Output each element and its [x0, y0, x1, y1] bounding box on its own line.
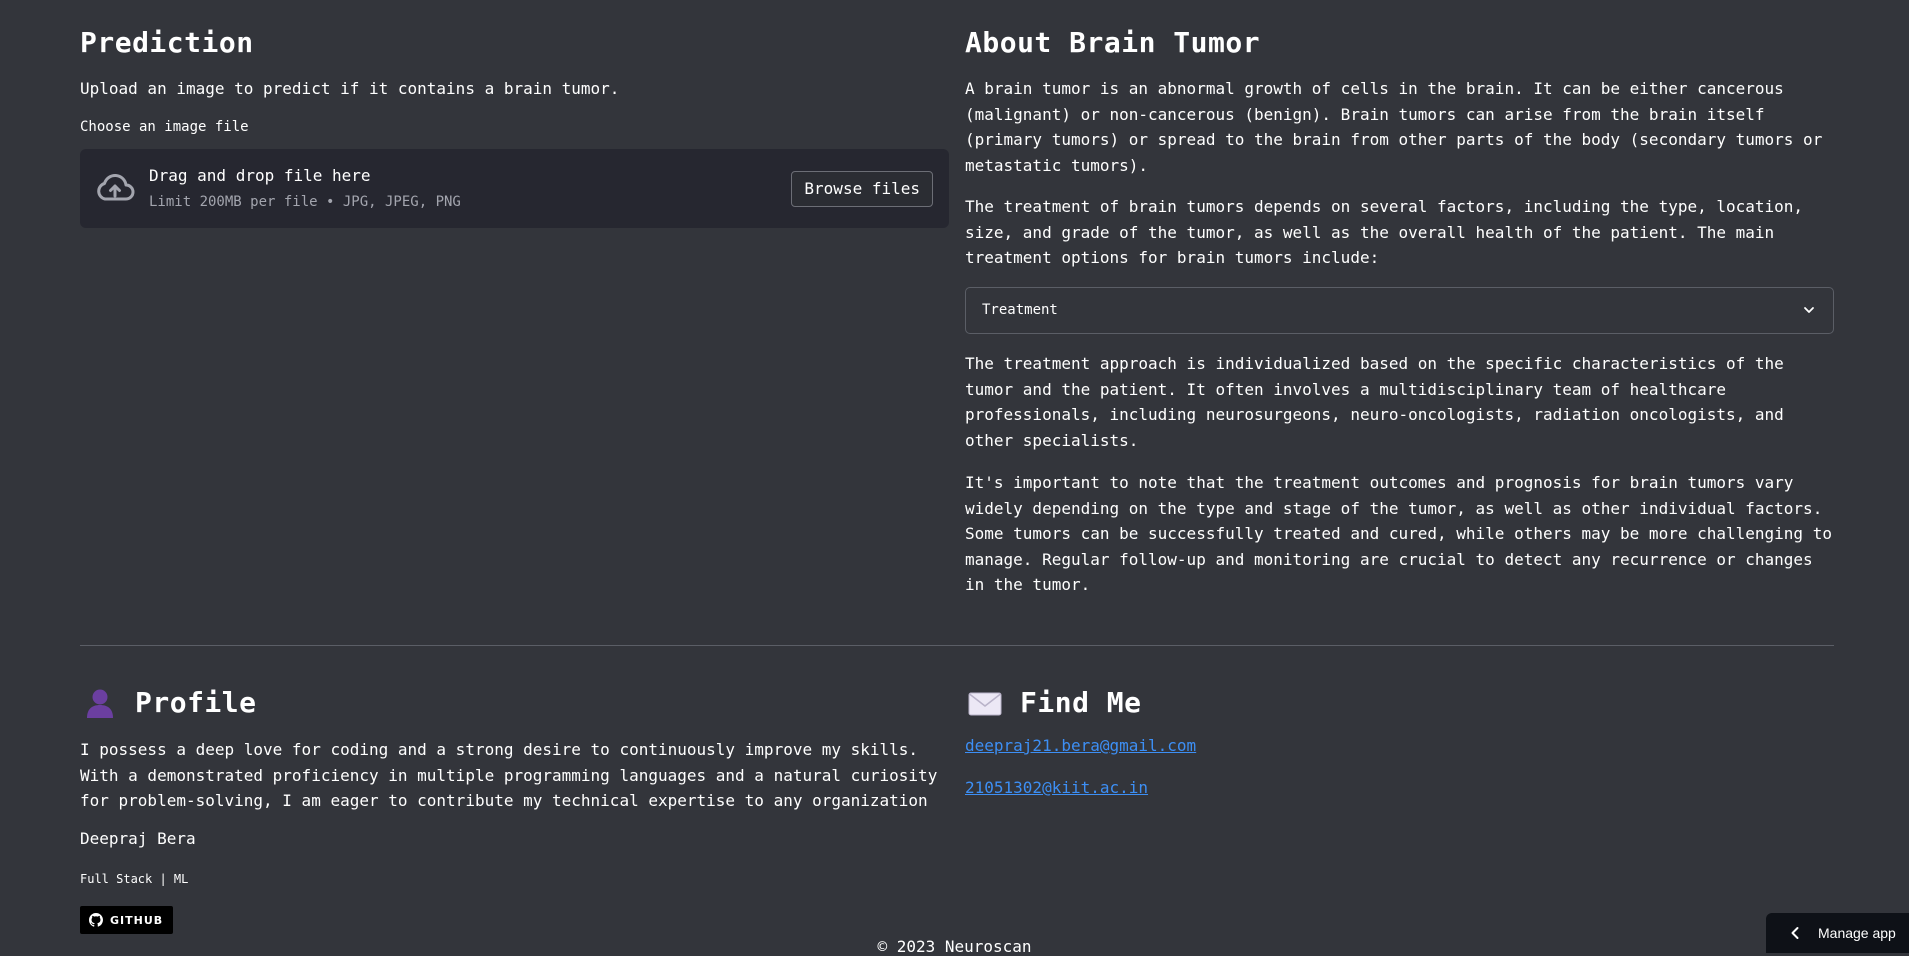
section-divider	[80, 645, 1834, 646]
chevron-down-icon	[1804, 307, 1814, 313]
uploader-label: Choose an image file	[80, 119, 249, 135]
github-icon	[89, 913, 103, 927]
file-dropzone[interactable]: Drag and drop file here Limit 200MB per …	[80, 149, 949, 228]
treatment-expander[interactable]: Treatment	[965, 287, 1834, 334]
dropzone-limit: Limit 200MB per file • JPG, JPEG, PNG	[149, 194, 461, 210]
dropzone-title: Drag and drop file here	[149, 166, 371, 185]
about-paragraph: The treatment approach is individualized…	[965, 354, 1784, 450]
prediction-heading: Prediction	[80, 26, 254, 59]
footer-copyright: © 2023 Neuroscan	[877, 937, 1032, 956]
about-heading: About Brain Tumor	[965, 26, 1261, 59]
email-link[interactable]: deepraj21.bera@gmail.com	[965, 736, 1196, 755]
about-paragraph: It's important to note that the treatmen…	[965, 473, 1832, 594]
expander-label: Treatment	[982, 302, 1058, 318]
github-badge[interactable]: GITHUB	[80, 906, 174, 934]
profile-heading-text: Profile	[135, 686, 257, 719]
profile-heading: Profile	[80, 683, 257, 723]
manage-app-label: Manage app	[1818, 925, 1896, 941]
person-silhouette-icon	[87, 689, 113, 718]
find-me-heading: Find Me	[965, 683, 1142, 723]
about-paragraph: The treatment of brain tumors depends on…	[965, 197, 1804, 267]
cloud-upload-icon	[97, 173, 135, 201]
browse-files-button[interactable]: Browse files	[791, 171, 933, 207]
envelope-icon	[968, 692, 1002, 716]
profile-role: Full Stack | ML	[80, 872, 189, 886]
email-link[interactable]: 21051302@kiit.ac.in	[965, 778, 1148, 797]
profile-description: I possess a deep love for coding and a s…	[80, 740, 938, 810]
chevron-left-icon	[1791, 927, 1799, 939]
github-label: GITHUB	[110, 913, 164, 927]
profile-name: Deepraj Bera	[80, 829, 196, 848]
about-paragraph: A brain tumor is an abnormal growth of c…	[965, 79, 1823, 175]
find-me-heading-text: Find Me	[1020, 686, 1142, 719]
manage-app-button[interactable]: Manage app	[1766, 913, 1909, 953]
prediction-lead: Upload an image to predict if it contain…	[80, 79, 620, 98]
